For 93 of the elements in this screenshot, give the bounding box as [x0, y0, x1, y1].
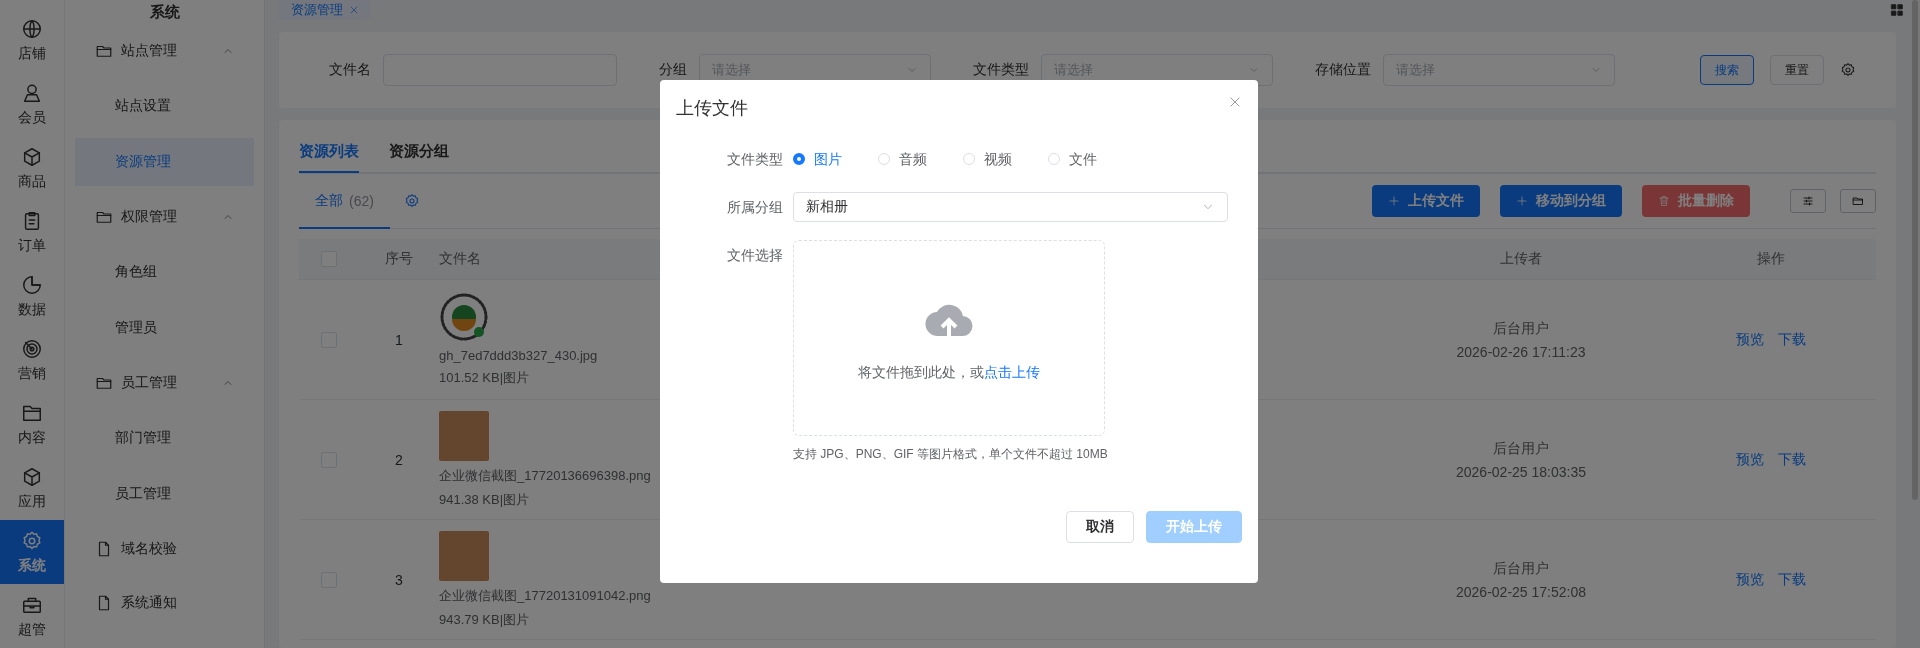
select-field[interactable]: 新相册	[793, 192, 1228, 222]
field-label: 分组	[659, 61, 687, 79]
action-link[interactable]: 下载	[1778, 570, 1806, 589]
column-header: 操作	[1757, 250, 1785, 268]
close-icon[interactable]	[1228, 95, 1242, 109]
search-button[interactable]: 搜索	[1700, 55, 1754, 85]
field-label: 所属分组	[726, 198, 783, 217]
target-icon	[21, 337, 43, 360]
upload-time: 2026-02-26 17:11:23	[1456, 343, 1586, 360]
action-link[interactable]: 下载	[1778, 330, 1806, 349]
folder-button[interactable]	[1840, 189, 1876, 213]
sidebar-item[interactable]: 资源管理	[75, 138, 254, 186]
field-label: 文件选择	[726, 246, 783, 265]
table-cell: 1	[395, 331, 403, 348]
sidebar-item[interactable]: 系统通知	[75, 576, 254, 630]
pie-chart-icon	[21, 273, 43, 296]
column-header: 文件名	[439, 250, 481, 268]
settings-icon[interactable]	[403, 193, 420, 209]
upload-time: 2026-02-25 18:03:35	[1456, 463, 1586, 480]
grid-icon	[1890, 3, 1904, 17]
sidebar-item[interactable]: 角色组	[75, 248, 254, 296]
plus-icon	[1388, 195, 1400, 207]
radio-option[interactable]: 音频	[878, 144, 927, 174]
nav-item[interactable]: 内容	[0, 392, 64, 456]
file-info: 941.38 KB|图片	[439, 490, 530, 509]
radio-option[interactable]: 图片	[793, 144, 842, 174]
field-label: 文件名	[329, 61, 371, 79]
dialog-title: 上传文件	[676, 97, 748, 120]
sidebar-item[interactable]: 域名校验	[75, 522, 254, 576]
photo-placeholder	[439, 410, 489, 461]
upload-hint: 支持 JPG、PNG、GIF 等图片格式，单个文件不超过 10MB	[793, 446, 1108, 463]
content-tab[interactable]: 资源列表	[299, 131, 359, 173]
upload-link[interactable]: 点击上传	[984, 364, 1040, 380]
cube-icon	[21, 465, 43, 488]
qr-code-drawing	[439, 292, 489, 342]
sidebar-item[interactable]: 站点设置	[75, 82, 254, 130]
action-button[interactable]: 移动到分组	[1500, 185, 1622, 217]
nav-item[interactable]: 店铺	[0, 8, 64, 72]
settings-icon[interactable]	[1840, 62, 1856, 78]
file-name: 企业微信截图_17720131091042.png	[439, 586, 651, 605]
cube-icon	[21, 145, 43, 168]
content-tab[interactable]: 资源分组	[389, 131, 449, 173]
column-header: 序号	[385, 250, 413, 268]
sidebar-item[interactable]: 员工管理	[75, 470, 254, 518]
upload-instruction: 将文件拖到此处，或点击上传	[858, 364, 1040, 382]
sliders-icon	[1802, 195, 1814, 207]
uploader-name: 后台用户	[1493, 319, 1549, 338]
action-link[interactable]: 预览	[1736, 570, 1764, 589]
action-link[interactable]: 下载	[1778, 450, 1806, 469]
reset-button[interactable]: 重置	[1770, 55, 1824, 85]
file-info: 101.52 KB|图片	[439, 369, 530, 387]
filter-button[interactable]	[1790, 189, 1826, 213]
nav-item[interactable]: 超管	[0, 584, 64, 648]
nav-item[interactable]: 会员	[0, 72, 64, 136]
gear-icon	[21, 529, 43, 552]
nav-item[interactable]: 系统	[0, 520, 64, 584]
table-cell: 2	[395, 451, 403, 468]
sidebar-item[interactable]: 员工管理	[75, 356, 254, 410]
sidebar-item[interactable]: 站点管理	[75, 24, 254, 78]
nav-item[interactable]: 应用	[0, 456, 64, 520]
radio-option[interactable]: 视频	[963, 144, 1012, 174]
cancel-button[interactable]: 取消	[1066, 511, 1134, 543]
action-link[interactable]: 预览	[1736, 450, 1764, 469]
action-link[interactable]: 预览	[1736, 330, 1764, 349]
radio-option[interactable]: 文件	[1048, 144, 1097, 174]
nav-item[interactable]: 订单	[0, 200, 64, 264]
nav-item[interactable]: 营销	[0, 328, 64, 392]
plus-icon	[1516, 195, 1528, 207]
field-label: 文件类型	[973, 61, 1029, 79]
folder-icon	[1852, 195, 1864, 207]
upload-dropzone[interactable]: 将文件拖到此处，或点击上传	[793, 240, 1105, 436]
file-name: 企业微信截图_17720136696398.png	[439, 466, 651, 485]
close-icon	[349, 5, 359, 15]
field-label: 存储位置	[1315, 61, 1371, 79]
action-button[interactable]: 上传文件	[1372, 185, 1480, 217]
nav-item[interactable]: 数据	[0, 264, 64, 328]
photo-placeholder	[439, 530, 489, 581]
sidebar-item[interactable]: 管理员	[75, 304, 254, 352]
file-info: 943.79 KB|图片	[439, 610, 530, 629]
uploader-name: 后台用户	[1493, 439, 1549, 458]
file-name: gh_7ed7ddd3b327_430.jpg	[439, 348, 598, 363]
sidebar-item[interactable]: 部门管理	[75, 414, 254, 462]
uploader-name: 后台用户	[1493, 559, 1549, 578]
table-cell: 3	[395, 571, 403, 588]
trash-icon	[1658, 195, 1670, 207]
cloud-upload-icon	[924, 304, 974, 338]
column-header: 上传者	[1500, 250, 1542, 268]
globe-icon	[21, 17, 43, 40]
page-tab[interactable]: 资源管理	[279, 0, 371, 20]
field-label: 文件类型	[726, 150, 783, 169]
nav-item[interactable]: 商品	[0, 136, 64, 200]
upload-time: 2026-02-25 17:52:08	[1456, 583, 1586, 600]
sidebar-item[interactable]: 权限管理	[75, 190, 254, 244]
